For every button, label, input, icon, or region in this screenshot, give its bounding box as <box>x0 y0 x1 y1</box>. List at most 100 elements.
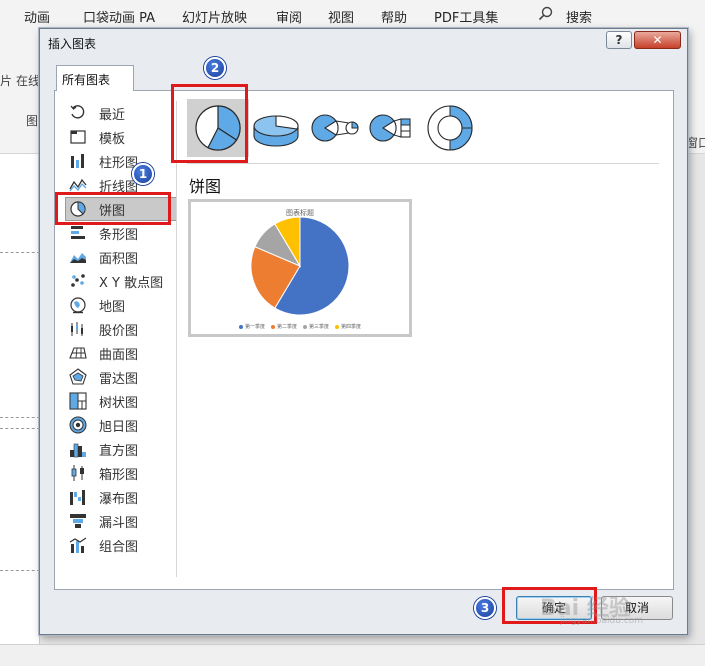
chart-category-item[interactable]: 股价图 <box>67 317 177 341</box>
status-bar <box>0 644 705 666</box>
legend-swatch <box>335 324 340 329</box>
insert-chart-dialog: 插入图表 ? ✕ 所有图表 最近 模板 柱形图 折线图 饼图 条形图 面积图 X Y 散点图地… <box>39 28 688 635</box>
chart-category-item[interactable]: 组合图 <box>67 533 177 557</box>
column-chart-icon <box>69 152 87 170</box>
chart-category-label: 最近 <box>99 107 126 123</box>
chart-category-item[interactable]: 漏斗图 <box>67 509 177 533</box>
divider <box>176 101 177 577</box>
chart-category-label: 面积图 <box>99 251 139 267</box>
chart-preview: 图表标题 第一季度 第二季度 第三季度 第四季度 <box>188 199 412 337</box>
bar-of-pie-subtype-icon <box>369 114 411 142</box>
legend-label: 第三季度 <box>309 324 330 330</box>
sunburst-chart-icon <box>69 416 87 434</box>
dialog-title: 插入图表 <box>48 37 97 51</box>
search-icon[interactable] <box>538 6 554 26</box>
menu-bar: 动画 口袋动画 PA 幻灯片放映 审阅 视图 帮助 PDF工具集 搜索 <box>0 0 705 30</box>
chart-category-item[interactable]: 瀑布图 <box>67 485 177 509</box>
histogram-chart-icon <box>69 440 87 458</box>
stock-chart-icon <box>69 320 87 338</box>
ribbon-fragment: 窗口 <box>686 136 705 150</box>
close-button[interactable]: ✕ <box>634 31 681 49</box>
boxwhisker-chart-icon <box>69 464 87 482</box>
chart-category-item[interactable]: 直方图 <box>67 437 177 461</box>
chart-category-item[interactable]: 雷达图 <box>67 365 177 389</box>
menu-pocket-animation[interactable]: 口袋动画 PA <box>83 7 155 26</box>
chart-category-label: 雷达图 <box>99 371 139 387</box>
chart-category-item[interactable]: 柱形图 <box>67 149 177 173</box>
search-label[interactable]: 搜索 <box>566 7 592 26</box>
step-badge-3: 3 <box>474 597 496 619</box>
step-badge-2: 2 <box>204 57 226 79</box>
ribbon-fragment: 图 <box>26 114 39 128</box>
bar-chart-icon <box>69 224 87 242</box>
map-chart-icon <box>69 296 87 314</box>
subtype-pie-of-pie[interactable] <box>303 99 365 157</box>
chart-category-item[interactable]: 曲面图 <box>67 341 177 365</box>
chart-category-label: 箱形图 <box>99 467 139 483</box>
chart-category-label: 模板 <box>99 131 126 147</box>
chart-category-item[interactable]: 箱形图 <box>67 461 177 485</box>
chart-category-label: 股价图 <box>99 323 139 339</box>
subtype-doughnut[interactable] <box>419 99 481 157</box>
chart-category-label: X Y 散点图 <box>99 275 164 291</box>
divider <box>187 163 659 164</box>
chart-category-list: 最近 模板 柱形图 折线图 饼图 条形图 面积图 X Y 散点图 地图 股价图 曲面图 雷达图 树状图旭… <box>65 101 177 557</box>
watermark-url: jingyan.baidu.com <box>560 616 644 626</box>
legend-swatch <box>303 324 307 329</box>
ribbon-fragment: 片 <box>0 74 13 88</box>
chart-category-item[interactable]: 面积图 <box>67 245 177 269</box>
legend-label: 第四季度 <box>341 324 362 330</box>
chart-category-item[interactable]: X Y 散点图 <box>67 269 177 293</box>
chart-type-heading: 饼图 <box>189 177 222 196</box>
combo-chart-icon <box>69 536 87 554</box>
tab-all-charts[interactable]: 所有图表 <box>56 65 134 91</box>
preview-pie-chart <box>250 216 350 316</box>
slide-thumbnail-strip <box>0 154 40 644</box>
chart-category-label: 漏斗图 <box>99 515 139 531</box>
chart-category-item[interactable]: 地图 <box>67 293 177 317</box>
treemap-chart-icon <box>69 392 87 410</box>
chart-category-label: 旭日图 <box>99 419 139 435</box>
radar-chart-icon <box>69 368 87 386</box>
chart-category-item[interactable]: 树状图 <box>67 389 177 413</box>
recent-icon <box>69 104 87 122</box>
chart-category-label: 柱形图 <box>99 155 139 171</box>
scatter-chart-icon <box>69 272 87 290</box>
area-chart-icon <box>69 248 87 266</box>
pie-of-pie-subtype-icon <box>311 114 359 142</box>
doughnut-subtype-icon <box>427 105 473 151</box>
menu-help[interactable]: 帮助 <box>381 7 407 26</box>
legend-item: 第三季度 <box>303 323 329 330</box>
dialog-titlebar[interactable]: 插入图表 ? ✕ <box>40 29 687 57</box>
surface-chart-icon <box>69 344 87 362</box>
chart-category-label: 组合图 <box>99 539 139 555</box>
chart-category-label: 直方图 <box>99 443 139 459</box>
ribbon-fragment: 在线 <box>16 74 41 88</box>
chart-category-item[interactable]: 旭日图 <box>67 413 177 437</box>
legend-swatch <box>270 324 275 329</box>
menu-pdf-tools[interactable]: PDF工具集 <box>434 7 498 26</box>
menu-animation[interactable]: 动画 <box>24 7 50 26</box>
chart-category-label: 瀑布图 <box>99 491 139 507</box>
chart-category-label: 曲面图 <box>99 347 139 363</box>
chart-category-label: 地图 <box>99 299 126 315</box>
step-badge-1: 1 <box>132 163 154 185</box>
legend-item: 第一季度 <box>238 323 265 330</box>
tab-all-charts-label: 所有图表 <box>62 73 111 87</box>
waterfall-chart-icon <box>69 488 87 506</box>
menu-review[interactable]: 审阅 <box>276 7 302 26</box>
preview-legend: 第一季度 第二季度 第三季度 第四季度 <box>191 323 409 330</box>
menu-view[interactable]: 视图 <box>328 7 354 26</box>
subtype-bar-of-pie[interactable] <box>361 99 423 157</box>
chart-category-label: 条形图 <box>99 227 139 243</box>
template-icon <box>69 128 87 146</box>
legend-item: 第二季度 <box>270 323 297 330</box>
chart-category-item[interactable]: 模板 <box>67 125 177 149</box>
chart-category-label: 树状图 <box>99 395 139 411</box>
3d-pie-subtype-icon <box>253 115 299 147</box>
menu-slideshow[interactable]: 幻灯片放映 <box>182 7 247 26</box>
chart-category-item[interactable]: 最近 <box>67 101 177 125</box>
help-button[interactable]: ? <box>606 31 632 49</box>
legend-label: 第一季度 <box>244 324 265 330</box>
subtype-3d-pie[interactable] <box>245 99 307 157</box>
